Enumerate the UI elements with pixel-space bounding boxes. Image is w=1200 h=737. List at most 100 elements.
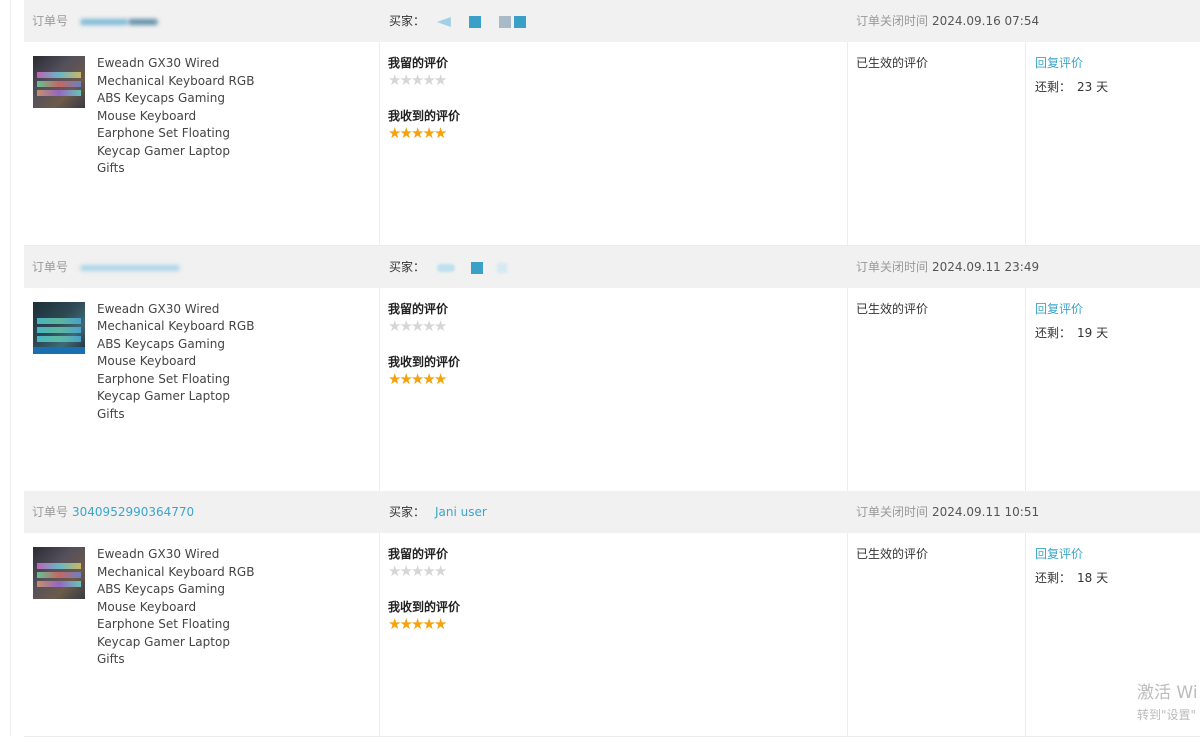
order-number-label: 订单号 bbox=[32, 505, 69, 519]
reply-review-link[interactable]: 回复评价 bbox=[1035, 300, 1083, 317]
buyer-label: 买家： bbox=[389, 14, 426, 28]
received-review-stars: ★★★★★ bbox=[388, 616, 460, 632]
star-empty-icon: ★ bbox=[399, 316, 413, 335]
received-review-label: 我收到的评价 bbox=[388, 354, 461, 369]
order-body: Eweadn GX30 Wired Mechanical Keyboard RG… bbox=[24, 533, 1200, 737]
my-review: 我留的评价 ★★★★★ bbox=[388, 546, 448, 579]
my-review: 我留的评价 ★★★★★ bbox=[388, 55, 448, 88]
order-body: Eweadn GX30 Wired Mechanical Keyboard RG… bbox=[24, 42, 1200, 246]
star-filled-icon: ★ bbox=[410, 615, 425, 633]
order-number: 订单号 3040952990364770 bbox=[32, 491, 194, 533]
product-title[interactable]: Eweadn GX30 Wired Mechanical Keyboard RG… bbox=[97, 546, 257, 669]
star-empty-icon: ★ bbox=[410, 71, 425, 89]
buyer-name[interactable]: Jani user bbox=[435, 505, 487, 519]
star-filled-icon: ★ bbox=[422, 369, 436, 388]
remaining-label: 还剩： bbox=[1035, 571, 1072, 585]
remaining-label: 还剩： bbox=[1035, 325, 1072, 340]
review-status: 已生效的评价 bbox=[856, 301, 929, 316]
star-filled-icon: ★ bbox=[388, 369, 402, 388]
order-card: 订单号 买家： 订单关闭时间 2024.09.16 07:54 Eweadn G… bbox=[24, 0, 1200, 246]
remaining-days: 23 bbox=[1077, 80, 1093, 94]
order-number-link[interactable]: 3040952990364770 bbox=[72, 505, 194, 519]
remaining-days: 19 bbox=[1077, 325, 1093, 340]
my-review-label: 我留的评价 bbox=[388, 301, 449, 316]
received-review: 我收到的评价 ★★★★★ bbox=[388, 108, 460, 141]
star-empty-icon: ★ bbox=[410, 316, 425, 335]
windows-activation-watermark: 激活 Wi 转到"设置" bbox=[1137, 678, 1198, 723]
star-filled-icon: ★ bbox=[410, 369, 425, 388]
product-title[interactable]: Eweadn GX30 Wired Mechanical Keyboard RG… bbox=[97, 55, 257, 178]
buyer-info: 买家： bbox=[389, 246, 517, 289]
review-order-list: 订单号 买家： 订单关闭时间 2024.09.16 07:54 Eweadn G… bbox=[24, 0, 1200, 737]
product-title[interactable]: Eweadn GX30 Wired Mechanical Keyboard RG… bbox=[97, 301, 257, 424]
watermark-line-2: 转到"设置" bbox=[1137, 708, 1197, 722]
days-unit: 天 bbox=[1096, 571, 1109, 585]
product-thumbnail[interactable] bbox=[33, 547, 85, 599]
star-empty-icon: ★ bbox=[388, 562, 402, 580]
star-filled-icon: ★ bbox=[399, 124, 413, 142]
star-filled-icon: ★ bbox=[422, 124, 436, 142]
order-close-time: 订单关闭时间 2024.09.11 10:51 bbox=[856, 491, 1039, 533]
days-remaining: 还剩： 18 天 bbox=[1035, 569, 1108, 586]
close-time-value: 2024.09.11 23:49 bbox=[932, 259, 1040, 274]
star-filled-icon: ★ bbox=[433, 615, 448, 633]
star-empty-icon: ★ bbox=[422, 316, 436, 335]
redacted-order-number bbox=[79, 1, 168, 43]
star-empty-icon: ★ bbox=[388, 71, 402, 89]
close-time-label: 订单关闭时间 bbox=[856, 259, 929, 274]
star-empty-icon: ★ bbox=[422, 71, 436, 89]
order-number: 订单号 bbox=[32, 246, 190, 289]
product-cell: Eweadn GX30 Wired Mechanical Keyboard RG… bbox=[24, 533, 380, 736]
my-review-label: 我留的评价 bbox=[388, 56, 449, 70]
watermark-line-1: 激活 Wi bbox=[1137, 683, 1198, 703]
buyer-label: 买家： bbox=[389, 505, 426, 519]
buyer-info: 买家： Jani user bbox=[389, 491, 487, 533]
days-remaining: 还剩： 23 天 bbox=[1035, 78, 1108, 95]
close-time-label: 订单关闭时间 bbox=[856, 505, 929, 519]
received-review: 我收到的评价 ★★★★★ bbox=[388, 354, 460, 387]
received-review-label: 我收到的评价 bbox=[388, 600, 461, 614]
remaining-days: 18 bbox=[1077, 571, 1093, 585]
order-body: Eweadn GX30 Wired Mechanical Keyboard RG… bbox=[24, 287, 1200, 492]
reply-review-link[interactable]: 回复评价 bbox=[1035, 545, 1083, 562]
redacted-buyer-name bbox=[436, 246, 517, 288]
order-number-label: 订单号 bbox=[32, 14, 69, 28]
review-cell: 我留的评价 ★★★★★ 我收到的评价 ★★★★★ bbox=[380, 42, 848, 245]
order-card: 订单号 买家： 订单关闭时间 2024.09.11 23:49 Eweadn G… bbox=[24, 245, 1200, 492]
product-thumbnail[interactable] bbox=[33, 56, 85, 108]
remaining-label: 还剩： bbox=[1035, 80, 1072, 94]
star-filled-icon: ★ bbox=[388, 124, 402, 142]
star-empty-icon: ★ bbox=[433, 562, 448, 580]
product-thumbnail[interactable] bbox=[33, 301, 85, 354]
my-review-stars: ★★★★★ bbox=[388, 318, 448, 334]
star-empty-icon: ★ bbox=[433, 71, 448, 89]
star-empty-icon: ★ bbox=[410, 562, 425, 580]
my-review-stars: ★★★★★ bbox=[388, 72, 448, 88]
review-status: 已生效的评价 bbox=[856, 56, 929, 70]
my-review-label: 我留的评价 bbox=[388, 547, 449, 561]
status-cell: 已生效的评价 bbox=[848, 287, 1026, 491]
order-header: 订单号 买家： 订单关闭时间 2024.09.16 07:54 bbox=[24, 0, 1200, 42]
star-filled-icon: ★ bbox=[422, 615, 436, 633]
review-cell: 我留的评价 ★★★★★ 我收到的评价 ★★★★★ bbox=[380, 533, 848, 736]
close-time-value: 2024.09.16 07:54 bbox=[932, 14, 1040, 28]
product-cell: Eweadn GX30 Wired Mechanical Keyboard RG… bbox=[24, 287, 380, 491]
days-unit: 天 bbox=[1096, 325, 1109, 340]
order-close-time: 订单关闭时间 2024.09.16 07:54 bbox=[856, 0, 1039, 42]
star-empty-icon: ★ bbox=[422, 562, 436, 580]
order-close-time: 订单关闭时间 2024.09.11 23:49 bbox=[856, 246, 1039, 288]
star-filled-icon: ★ bbox=[399, 369, 413, 388]
my-review: 我留的评价 ★★★★★ bbox=[388, 301, 448, 334]
reply-review-link[interactable]: 回复评价 bbox=[1035, 54, 1083, 71]
received-review: 我收到的评价 ★★★★★ bbox=[388, 599, 460, 632]
my-review-stars: ★★★★★ bbox=[388, 563, 448, 579]
star-empty-icon: ★ bbox=[399, 71, 413, 89]
left-divider bbox=[10, 0, 11, 736]
star-empty-icon: ★ bbox=[388, 316, 402, 335]
redacted-buyer-name bbox=[436, 1, 536, 43]
action-cell: 回复评价 还剩： 23 天 bbox=[1026, 42, 1200, 245]
redacted-order-number bbox=[79, 246, 190, 288]
product-cell: Eweadn GX30 Wired Mechanical Keyboard RG… bbox=[24, 42, 380, 245]
buyer-info: 买家： bbox=[389, 0, 536, 43]
status-cell: 已生效的评价 bbox=[848, 533, 1026, 736]
